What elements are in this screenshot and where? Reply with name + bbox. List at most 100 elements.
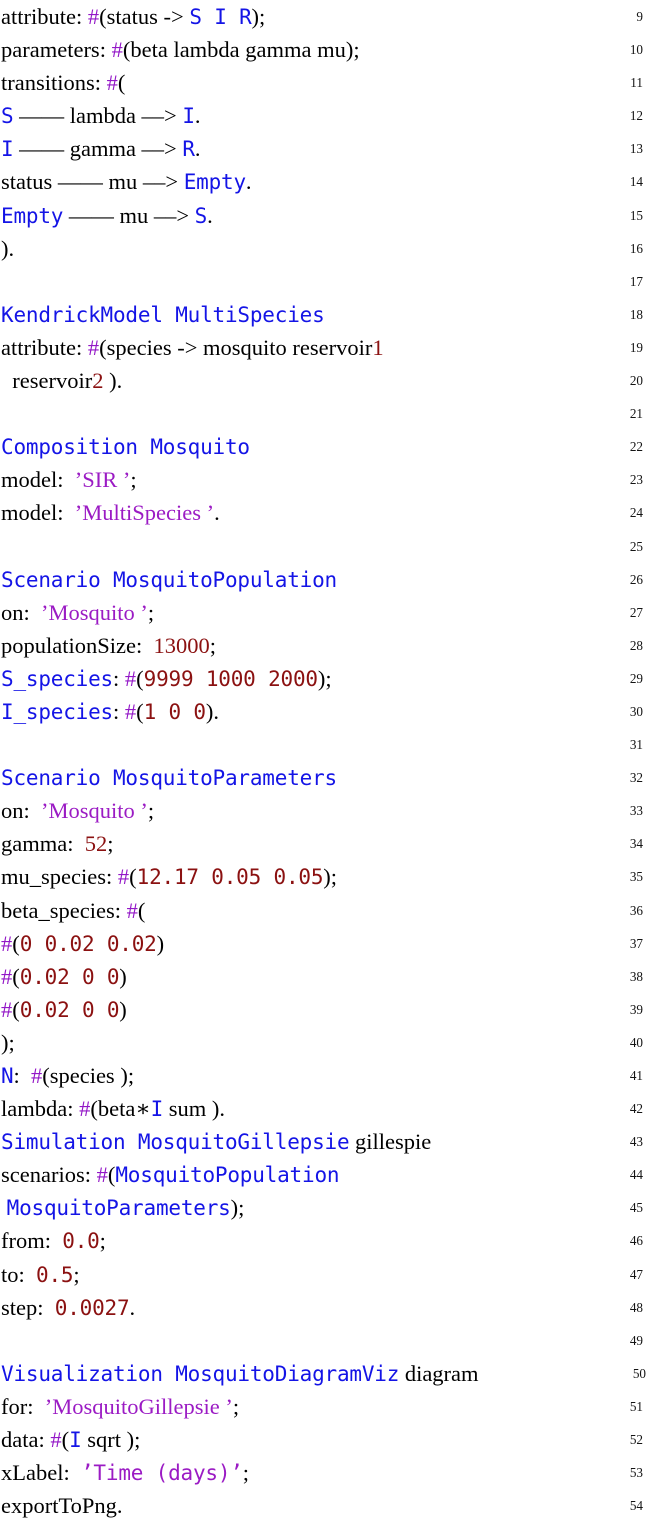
code-line-source: step: 0.0027.	[1, 1295, 135, 1320]
code-line[interactable]: status —— mu ‒‒> Empty. 14	[0, 165, 646, 198]
code-line[interactable]: #(0.02 0 0) 39	[0, 993, 646, 1026]
code-token-string: ’MultiSpecies ’	[74, 500, 215, 526]
code-line[interactable]: on: ’Mosquito ’; 33	[0, 794, 646, 827]
code-token-array-marker: #	[126, 897, 138, 923]
code-line[interactable]: 49	[0, 1324, 646, 1357]
code-token-identifier: sqrt );	[81, 1427, 141, 1453]
code-token-identifier: (	[129, 864, 137, 890]
code-line[interactable]: MosquitoParameters); 45	[0, 1191, 646, 1224]
code-line[interactable]: #(0 0.02 0.02) 37	[0, 927, 646, 960]
code-line[interactable]: attribute: #(species -> mosquito reservo…	[0, 331, 646, 364]
code-line-source: lambda: #(beta∗I sum ).	[1, 1096, 225, 1121]
code-line[interactable]: data: #(I sqrt ); 52	[0, 1423, 646, 1456]
line-number: 24	[629, 505, 643, 521]
code-line[interactable]: Simulation MosquitoGillepsie gillespie 43	[0, 1125, 646, 1158]
code-token-number: 0.0	[62, 1229, 100, 1254]
code-token-identifier: :	[57, 500, 75, 526]
code-line[interactable]: xLabel: ’Time (days)’; 53	[0, 1456, 646, 1489]
code-line[interactable]: on: ’Mosquito ’; 27	[0, 596, 646, 629]
line-number: 9	[636, 9, 643, 24]
code-line[interactable]: from: 0.0; 46	[0, 1224, 646, 1257]
code-token-identifier: (	[99, 4, 107, 29]
code-token-identifier: diagram	[399, 1360, 479, 1386]
code-token-number: 13000	[153, 632, 210, 658]
code-line-source: attribute: #(status -> S I R);	[1, 4, 265, 29]
code-line[interactable]: ); 40	[0, 1026, 646, 1059]
code-line[interactable]: gamma: 52; 34	[0, 827, 646, 860]
code-line-source: N: #(species );	[1, 1063, 134, 1088]
code-line[interactable]: N: #(species ); 41	[0, 1059, 646, 1092]
code-line[interactable]: KendrickModel MultiSpecies 18	[0, 298, 646, 331]
code-token-identifier: :	[75, 4, 88, 29]
code-token-string: ’Time (days)’	[80, 1461, 243, 1486]
code-line[interactable]: populationSize: 13000; 28	[0, 629, 646, 662]
code-line-source: parameters: #(beta lambda gamma mu);	[1, 37, 360, 62]
code-token-number: 0.02 0 0	[19, 997, 120, 1022]
code-line[interactable]: 31	[0, 728, 646, 761]
code-line[interactable]: for: ’MosquitoGillepsie ’; 51	[0, 1390, 646, 1423]
code-token-number: 0 0.02 0.02	[19, 931, 157, 956]
code-line[interactable]: mu_species: #(12.17 0.05 0.05); 35	[0, 860, 646, 893]
code-line-source: for: ’MosquitoGillepsie ’;	[1, 1394, 239, 1419]
code-line-source: model: ’SIR ’;	[1, 467, 137, 492]
code-line-source: model: ’MultiSpecies ’.	[1, 500, 220, 525]
line-number: 45	[629, 1200, 643, 1216]
code-token-array-marker: #	[50, 1427, 62, 1453]
code-line[interactable]: beta_species: #(36	[0, 894, 646, 927]
code-token-identifier: step	[1, 1294, 38, 1320]
line-number: 34	[629, 836, 643, 852]
line-number: 54	[629, 1498, 643, 1514]
code-token-string: ’Mosquito ’	[41, 798, 148, 824]
code-line[interactable]: 25	[0, 530, 646, 563]
code-line[interactable]: Empty —— mu ‒‒> S. 15	[0, 199, 646, 232]
line-number: 46	[629, 1233, 643, 1249]
code-line[interactable]: Scenario MosquitoParameters 32	[0, 761, 646, 794]
line-number: 52	[629, 1432, 643, 1448]
code-line[interactable]: model: ’SIR ’; 23	[0, 463, 646, 496]
code-line[interactable]: 17	[0, 265, 646, 298]
code-token-string: ’Mosquito ’	[41, 599, 148, 625]
code-token-keyword: Scenario MosquitoPopulation	[1, 567, 337, 592]
code-token-identifier: ).	[1, 235, 15, 261]
line-number: 36	[629, 902, 643, 918]
code-line[interactable]: S —— lambda ‒‒> I. 12	[0, 99, 646, 132]
code-line[interactable]: transitions: #(11	[0, 66, 646, 99]
code-line[interactable]: Composition Mosquito 22	[0, 430, 646, 463]
code-token-identifier: );	[1, 1029, 15, 1055]
code-token-identifier: ;	[147, 599, 155, 625]
code-line-source: data: #(I sqrt );	[1, 1427, 140, 1452]
code-token-identifier: to	[1, 1261, 19, 1287]
code-line[interactable]: to: 0.5; 47	[0, 1258, 646, 1291]
code-token-array-marker: #	[87, 334, 100, 360]
code-line[interactable]: attribute: #(status -> S I R); 9	[0, 0, 646, 33]
code-line-source: );	[1, 1030, 15, 1055]
code-line-source: attribute: #(species -> mosquito reservo…	[1, 335, 384, 360]
code-line[interactable]: Visualization MosquitoDiagramViz diagram…	[0, 1357, 646, 1390]
code-line-source: Visualization MosquitoDiagramViz diagram	[1, 1361, 479, 1386]
code-token-identifier: for	[1, 1393, 28, 1419]
code-line[interactable]: parameters: #(beta lambda gamma mu); 10	[0, 33, 646, 66]
code-line[interactable]: Scenario MosquitoPopulation 26	[0, 563, 646, 596]
code-token-identifier: :	[94, 70, 107, 96]
code-token-identifier: beta lambda gamma mu	[130, 37, 346, 63]
code-line[interactable]: #(0.02 0 0) 38	[0, 960, 646, 993]
code-token-number: 2	[92, 368, 104, 394]
line-number: 32	[629, 770, 643, 786]
code-line[interactable]: exportToPng. 54	[0, 1489, 646, 1522]
code-token-identifier: —— mu ‒‒>	[63, 202, 195, 228]
code-line[interactable]: reservoir2 ). 20	[0, 364, 646, 397]
code-token-identifier: :	[23, 798, 42, 824]
code-line[interactable]: I —— gamma ‒‒> R. 13	[0, 132, 646, 165]
code-line[interactable]: scenarios: #(MosquitoPopulation 44	[0, 1158, 646, 1191]
code-token-identifier: );	[317, 665, 332, 691]
code-token-identifier: ;	[209, 632, 217, 658]
code-line[interactable]: ). 16	[0, 232, 646, 265]
code-line[interactable]: step: 0.0027. 48	[0, 1291, 646, 1324]
code-line[interactable]: S_species: #(9999 1000 2000); 29	[0, 662, 646, 695]
code-line[interactable]: model: ’MultiSpecies ’. 24	[0, 496, 646, 529]
code-line[interactable]: 21	[0, 397, 646, 430]
code-line[interactable]: lambda: #(beta∗I sum ). 42	[0, 1092, 646, 1125]
code-token-identifier: model	[1, 467, 58, 493]
code-token-identifier: );	[251, 4, 266, 29]
code-line[interactable]: I_species: #(1 0 0). 30	[0, 695, 646, 728]
